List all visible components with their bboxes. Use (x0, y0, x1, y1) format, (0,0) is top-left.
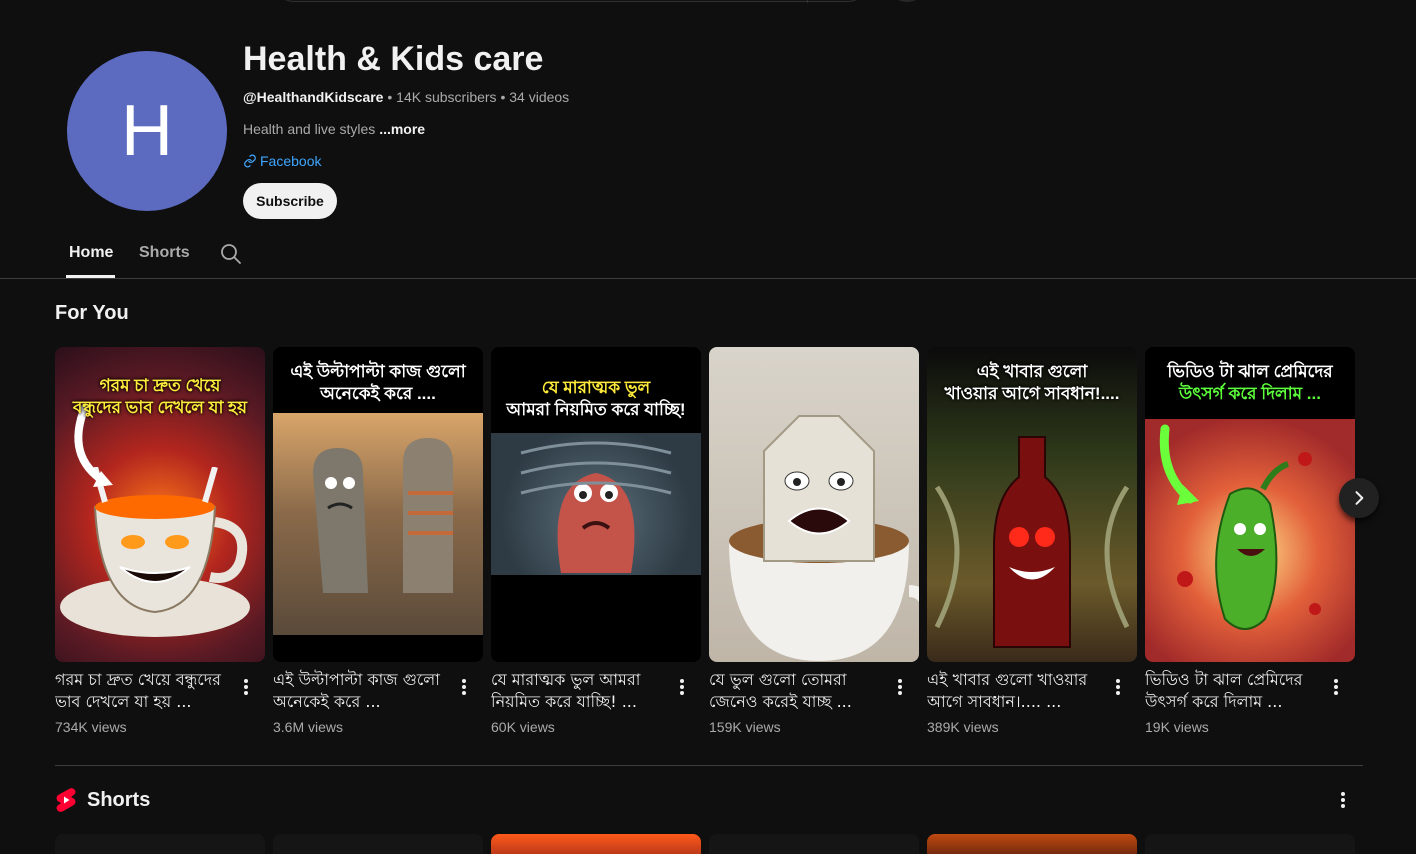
video-count: 34 videos (509, 89, 570, 105)
shorts-section-header: Shorts (55, 788, 150, 812)
short-thumbnail[interactable] (491, 834, 701, 854)
short-thumbnail[interactable] (55, 834, 265, 854)
caption-line: অনেকেই করে .... (320, 384, 436, 403)
caption-line: ভিডিও টা ঝাল প্রেমিদের (1167, 362, 1333, 381)
thumbnail-caption: এই উল্টাপাল্টা কাজ গুলো অনেকেই করে .... (273, 361, 483, 405)
channel-page: H Health & Kids care @HealthandKidscare … (0, 0, 1416, 854)
video-thumbnail[interactable] (709, 347, 919, 662)
caption-line: গরম চা দ্রুত খেয়ে (99, 376, 221, 395)
more-actions-icon[interactable] (1113, 677, 1123, 697)
view-count: 389K views (927, 719, 999, 735)
video-card[interactable]: ভিডিও টা ঝাল প্রেমিদের উৎসর্গ করে দিলাম … (1145, 347, 1355, 735)
channel-meta: @HealthandKidscare • 14K subscribers • 3… (243, 89, 569, 105)
thumbnail-caption: এই খাবার গুলো খাওয়ার আগে সাবধান!.... (927, 361, 1137, 405)
angry-teabag-art (729, 415, 919, 661)
meta-separator: • (383, 89, 397, 105)
view-count: 19K views (1145, 719, 1209, 735)
more-actions-icon[interactable] (1331, 677, 1341, 697)
kidney-art (491, 433, 701, 575)
caption-line: উৎসর্গ করে দিলাম ... (1179, 384, 1321, 403)
meta-separator: • (496, 89, 510, 105)
search-icon[interactable] (219, 242, 243, 266)
video-title[interactable]: যে মারাত্মক ভুল আমরা নিয়মিত করে যাচ্ছি!… (491, 669, 669, 713)
caption-line: এই উল্টাপাল্টা কাজ গুলো (290, 362, 466, 381)
caption-line: খাওয়ার আগে সাবধান!.... (944, 384, 1120, 403)
video-thumbnail[interactable]: যে মারাত্মক ভুল আমরা নিয়মিত করে যাচ্ছি! (491, 347, 701, 662)
carousel-next-button[interactable] (1339, 478, 1379, 518)
caption-line: আমরা নিয়মিত করে যাচ্ছি! (506, 400, 686, 419)
video-thumbnail[interactable]: ভিডিও টা ঝাল প্রেমিদের উৎসর্গ করে দিলাম … (1145, 347, 1355, 662)
video-card[interactable]: এই উল্টাপাল্টা কাজ গুলো অনেকেই করে .... … (273, 347, 483, 735)
subscribe-button[interactable]: Subscribe (243, 183, 337, 219)
shorts-section-title: Shorts (87, 788, 151, 811)
subscriber-count: 14K subscribers (396, 89, 497, 105)
video-thumbnail[interactable]: গরম চা দ্রুত খেয়ে বন্ধুদের ভাব দেখলে যা… (55, 347, 265, 662)
search-divider (807, 0, 808, 3)
caption-line: যে মারাত্মক ভুল (541, 378, 651, 397)
thumbnail-caption: ভিডিও টা ঝাল প্রেমিদের উৎসর্গ করে দিলাম … (1145, 361, 1355, 405)
view-count: 60K views (491, 719, 555, 735)
video-card[interactable]: গরম চা দ্রুত খেয়ে বন্ধুদের ভাব দেখলে যা… (55, 347, 265, 735)
more-link[interactable]: ...more (379, 121, 425, 137)
shorts-more-icon[interactable] (1338, 790, 1348, 810)
view-count: 3.6M views (273, 719, 344, 735)
thumbnail-caption: যে মারাত্মক ভুল আমরা নিয়মিত করে যাচ্ছি! (491, 377, 701, 421)
channel-title: Health & Kids care (243, 40, 544, 78)
facebook-link[interactable]: Facebook (260, 153, 321, 169)
top-search-bar[interactable] (274, 0, 868, 3)
view-count: 734K views (55, 719, 127, 735)
channel-tabs: Home Shorts (0, 232, 1416, 279)
link-icon (244, 154, 256, 168)
shorts-logo-icon (56, 788, 76, 812)
chevron-right-icon (1355, 491, 1364, 505)
short-thumbnail[interactable] (1145, 834, 1355, 854)
channel-avatar: H (67, 51, 227, 211)
more-actions-icon[interactable] (459, 677, 469, 697)
video-thumbnail[interactable]: এই খাবার গুলো খাওয়ার আগে সাবধান!.... (927, 347, 1137, 662)
more-actions-icon[interactable] (241, 677, 251, 697)
short-thumbnail[interactable] (273, 834, 483, 854)
short-thumbnail[interactable] (927, 834, 1137, 854)
thumbnail-caption: গরম চা দ্রুত খেয়ে বন্ধুদের ভাব দেখলে যা… (55, 375, 265, 419)
description-text: Health and live styles (243, 121, 380, 137)
video-title[interactable]: গরম চা দ্রুত খেয়ে বন্ধুদের ভাব দেখলে যা… (55, 669, 233, 713)
short-thumbnail[interactable] (709, 834, 919, 854)
video-title[interactable]: ভিডিও টা ঝাল প্রেমিদের উৎসর্গ করে দিলাম … (1145, 669, 1323, 713)
video-card[interactable]: এই খাবার গুলো খাওয়ার আগে সাবধান!.... এই… (927, 347, 1137, 735)
socks-art (273, 413, 483, 635)
caption-line: বন্ধুদের ভাব দেখলে যা হয় (72, 398, 248, 417)
view-count: 159K views (709, 719, 781, 735)
caption-line: এই খাবার গুলো (976, 362, 1088, 381)
cola-bottle-art (934, 436, 1130, 648)
channel-link[interactable]: Facebook (243, 153, 321, 169)
channel-handle: @HealthandKidscare (243, 89, 384, 105)
section-title-for-you: For You (55, 302, 129, 324)
tab-shorts[interactable]: Shorts (139, 244, 190, 262)
video-card[interactable]: যে ভুল গুলো তোমরা জেনেও করেই যাচ্ছ ... 1… (709, 347, 919, 735)
active-tab-indicator (66, 275, 115, 278)
video-title[interactable]: এই খাবার গুলো খাওয়ার আগে সাবধান।.... ..… (927, 669, 1105, 713)
video-thumbnail[interactable]: এই উল্টাপাল্টা কাজ গুলো অনেকেই করে .... (273, 347, 483, 662)
video-title[interactable]: এই উল্টাপাল্টা কাজ গুলো অনেকেই করে ... (273, 669, 451, 713)
video-title[interactable]: যে ভুল গুলো তোমরা জেনেও করেই যাচ্ছ ... (709, 669, 887, 713)
video-card[interactable]: যে মারাত্মক ভুল আমরা নিয়মিত করে যাচ্ছি!… (491, 347, 701, 735)
channel-description[interactable]: Health and live styles ...more (243, 121, 425, 137)
tab-home[interactable]: Home (69, 244, 113, 262)
more-actions-icon[interactable] (895, 677, 905, 697)
section-divider (55, 765, 1363, 766)
voice-search-button[interactable] (893, 0, 921, 2)
chili-pepper-art (1145, 419, 1355, 662)
more-actions-icon[interactable] (677, 677, 687, 697)
